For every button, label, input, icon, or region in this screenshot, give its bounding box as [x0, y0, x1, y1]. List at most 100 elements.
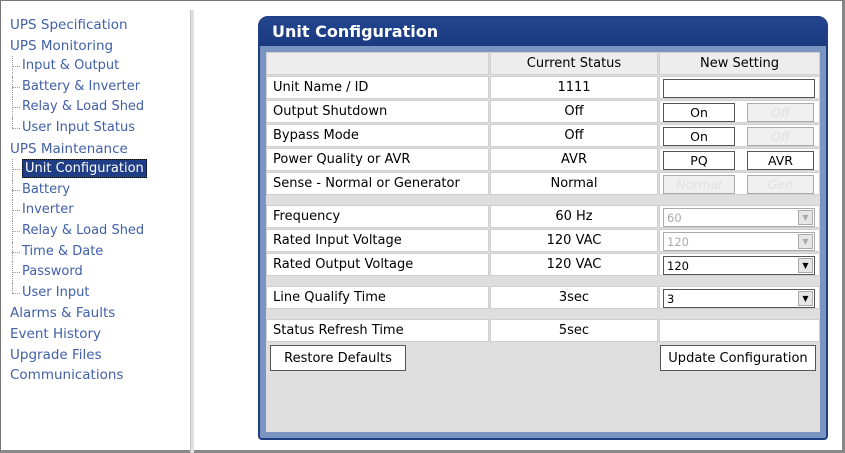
current-frequency: 60 Hz [490, 205, 658, 228]
nav-item-relay-load-shed[interactable]: Relay & Load Shed [10, 97, 190, 118]
nav-item-label: Battery [22, 181, 71, 197]
nav-divider [190, 10, 194, 453]
header-blank [266, 52, 489, 75]
unit-name-input[interactable] [663, 79, 815, 98]
setting-rated-output-cell: 120 ▼ [659, 253, 820, 276]
line-qualify-select[interactable]: 3 ▼ [663, 289, 815, 308]
current-rated-input: 120 VAC [490, 229, 658, 252]
nav-item-input-output[interactable]: Input & Output [10, 56, 190, 77]
tree-connector [12, 282, 13, 293]
table-footer: Restore Defaults Update Configuration [266, 343, 820, 432]
current-bypass-mode: Off [490, 124, 658, 147]
label-bypass-mode: Bypass Mode [266, 124, 489, 147]
chevron-down-icon: ▼ [798, 234, 813, 249]
setting-output-shutdown-cell: On Off [659, 100, 820, 123]
current-line-qualify: 3sec [490, 286, 658, 309]
label-status-refresh: Status Refresh Time [266, 319, 489, 342]
nav-item-label: UPS Specification [10, 17, 128, 33]
current-rated-output: 120 VAC [490, 253, 658, 276]
frequency-select-value: 60 [667, 210, 682, 225]
label-output-shutdown: Output Shutdown [266, 100, 489, 123]
nav-item-label: User Input Status [22, 119, 135, 135]
label-frequency: Frequency [266, 205, 489, 228]
restore-defaults-button[interactable]: Restore Defaults [270, 345, 406, 371]
side-navigation: UPS Specification UPS Monitoring Input & O… [10, 15, 190, 386]
nav-item-alarms-faults[interactable]: Alarms & Faults [10, 303, 190, 324]
chevron-down-icon: ▼ [798, 291, 813, 306]
nav-item-ups-maintenance[interactable]: UPS Maintenance [10, 139, 190, 160]
current-unit-name: 1111 [490, 76, 658, 99]
nav-item-event-history[interactable]: Event History [10, 324, 190, 345]
section-separator [266, 196, 820, 204]
sense-gen-button[interactable]: Gen [747, 175, 814, 194]
tree-connector [12, 66, 20, 68]
label-power-quality: Power Quality or AVR [266, 148, 489, 171]
nav-item-label: Battery & Inverter [22, 78, 141, 94]
nav-item-time-date[interactable]: Time & Date [10, 241, 190, 263]
sense-normal-button[interactable]: Normal [663, 175, 735, 194]
nav-item-label: Relay & Load Shed [22, 222, 145, 238]
nav-item-ups-specification[interactable]: UPS Specification [10, 15, 190, 36]
label-sense: Sense - Normal or Generator [266, 172, 489, 195]
nav-item-password[interactable]: Password [10, 262, 190, 283]
row-rated-output: Rated Output Voltage 120 VAC 120 ▼ [266, 253, 820, 276]
nav-item-user-input[interactable]: User Input [10, 282, 190, 304]
nav-item-unit-configuration[interactable]: Unit Configuration [10, 159, 190, 180]
current-sense: Normal [490, 172, 658, 195]
tree-connector [12, 127, 20, 129]
unit-configuration-panel: Unit Configuration Current Status New Se… [258, 16, 828, 440]
update-configuration-button[interactable]: Update Configuration [660, 345, 816, 371]
label-unit-name: Unit Name / ID [266, 76, 489, 99]
label-rated-output: Rated Output Voltage [266, 253, 489, 276]
row-power-quality: Power Quality or AVR AVR PQ AVR [266, 148, 820, 171]
output-shutdown-on-button[interactable]: On [663, 103, 735, 122]
label-rated-input: Rated Input Voltage [266, 229, 489, 252]
rated-input-select[interactable]: 120 ▼ [663, 232, 815, 251]
row-output-shutdown: Output Shutdown Off On Off [266, 100, 820, 123]
nav-item-relay-load-shed[interactable]: Relay & Load Shed [10, 220, 190, 242]
setting-frequency-cell: 60 ▼ [659, 205, 820, 228]
nav-item-label: Alarms & Faults [10, 305, 116, 322]
current-power-quality: AVR [490, 148, 658, 171]
nav-item-label: Input & Output [22, 58, 120, 74]
tree-connector [12, 272, 20, 274]
setting-line-qualify-cell: 3 ▼ [659, 286, 820, 309]
output-shutdown-off-button[interactable]: Off [747, 103, 814, 122]
setting-sense-cell: Normal Gen [659, 172, 820, 195]
nav-item-label: Password [22, 264, 83, 280]
nav-item-label: Unit Configuration [22, 159, 147, 179]
nav-item-upgrade-files[interactable]: Upgrade Files [10, 345, 190, 366]
setting-unit-name-cell [659, 76, 820, 99]
avr-button[interactable]: AVR [747, 151, 814, 170]
nav-item-label: UPS Maintenance [10, 140, 128, 157]
rated-input-select-value: 120 [667, 234, 689, 249]
nav-item-battery[interactable]: Battery [10, 179, 190, 201]
bypass-on-button[interactable]: On [663, 127, 735, 146]
tree-connector [12, 117, 13, 128]
configuration-table: Current Status New Setting Unit Name / I… [266, 52, 820, 432]
label-line-qualify: Line Qualify Time [266, 286, 489, 309]
nav-item-label: UPS Monitoring [10, 37, 114, 54]
setting-rated-input-cell: 120 ▼ [659, 229, 820, 252]
row-bypass-mode: Bypass Mode Off On Off [266, 124, 820, 147]
rated-output-select-value: 120 [667, 258, 689, 273]
nav-item-label: User Input [22, 284, 90, 300]
line-qualify-select-value: 3 [667, 291, 675, 306]
pq-button[interactable]: PQ [663, 151, 735, 170]
nav-item-communications[interactable]: Communications [10, 365, 190, 386]
nav-item-label: Communications [10, 367, 124, 384]
frequency-select[interactable]: 60 ▼ [663, 208, 815, 227]
nav-item-battery-inverter[interactable]: Battery & Inverter [10, 76, 190, 98]
bypass-off-button[interactable]: Off [747, 127, 814, 146]
nav-item-ups-monitoring[interactable]: UPS Monitoring [10, 36, 190, 57]
nav-item-inverter[interactable]: Inverter [10, 200, 190, 221]
rated-output-select[interactable]: 120 ▼ [663, 256, 815, 275]
nav-item-label: Inverter [22, 202, 74, 218]
nav-item-user-input-status[interactable]: User Input Status [10, 117, 190, 139]
nav-item-label: Event History [10, 325, 101, 342]
chevron-down-icon: ▼ [798, 258, 813, 273]
current-status-refresh: 5sec [490, 319, 658, 342]
row-status-refresh: Status Refresh Time 5sec [266, 319, 820, 342]
tree-connector [12, 230, 20, 232]
tree-connector [12, 86, 20, 88]
